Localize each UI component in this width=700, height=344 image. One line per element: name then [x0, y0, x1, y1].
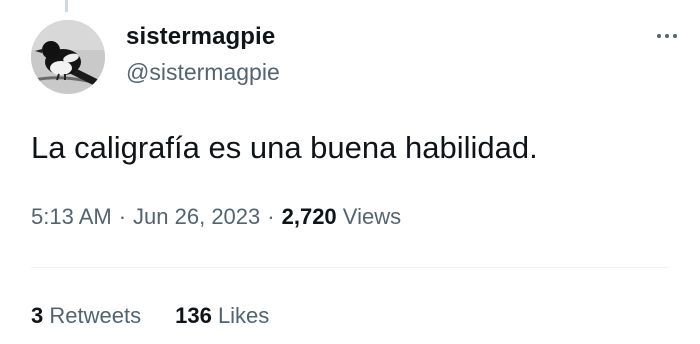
magpie-bird-avatar-icon: [31, 20, 105, 94]
more-options-button[interactable]: [650, 26, 684, 46]
views-label: Views: [342, 204, 402, 229]
thread-connector-line: [65, 0, 68, 12]
more-horizontal-icon-dot: [665, 34, 669, 38]
tweet-meta: 5:13 AM · Jun 26, 2023 · 2,720 Views: [31, 202, 401, 232]
more-horizontal-icon: [657, 34, 661, 38]
author-names: sistermagpie @sistermagpie: [126, 22, 280, 86]
more-horizontal-icon-dot: [673, 34, 677, 38]
views-count: 2,720: [281, 204, 337, 229]
author-display-name[interactable]: sistermagpie: [126, 22, 280, 52]
retweets-label: Retweets: [49, 303, 142, 328]
tweet-text: La caligrafía es una buena habilidad.: [31, 130, 538, 165]
tweet-date[interactable]: Jun 26, 2023: [133, 204, 260, 229]
retweets-link[interactable]: 3 Retweets: [31, 303, 141, 328]
tweet-time[interactable]: 5:13 AM: [31, 204, 112, 229]
tweet-stats: 3 Retweets 136 Likes: [31, 301, 269, 331]
author-handle[interactable]: @sistermagpie: [126, 58, 280, 86]
likes-count: 136: [175, 303, 212, 328]
divider: [31, 267, 669, 268]
meta-separator: ·: [118, 204, 127, 229]
likes-label: Likes: [217, 303, 270, 328]
avatar[interactable]: [31, 20, 105, 94]
retweets-count: 3: [31, 303, 44, 328]
meta-separator: ·: [267, 204, 275, 229]
likes-link[interactable]: 136 Likes: [175, 303, 269, 328]
